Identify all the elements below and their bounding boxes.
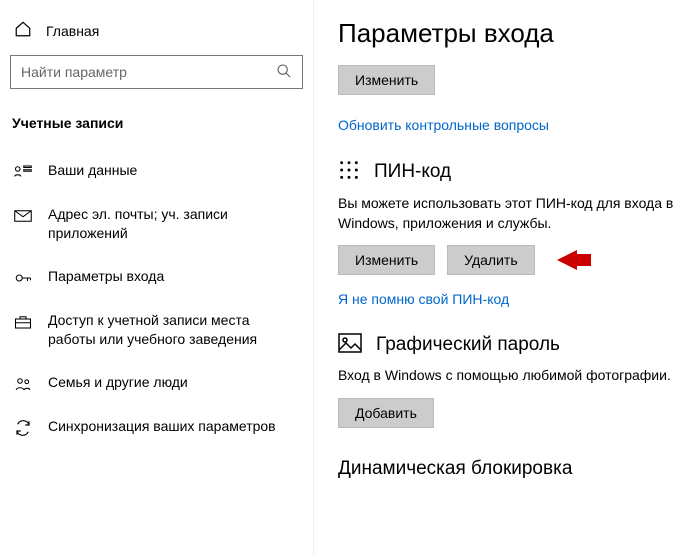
picture-icon — [338, 333, 362, 356]
pin-description: Вы можете использовать этот ПИН-код для … — [338, 194, 690, 233]
sync-icon — [14, 419, 32, 437]
pin-change-button[interactable]: Изменить — [338, 245, 435, 275]
pin-delete-button[interactable]: Удалить — [447, 245, 534, 275]
sidebar-item-label: Ваши данные — [48, 161, 137, 180]
search-box[interactable] — [10, 55, 303, 89]
picture-section-header: Графический пароль — [338, 333, 690, 356]
sidebar-item-work-school[interactable]: Доступ к учетной записи места работы или… — [10, 299, 303, 361]
sidebar-item-sync[interactable]: Синхронизация ваших параметров — [10, 405, 303, 449]
key-icon — [14, 269, 32, 287]
pin-section-header: ПИН-код — [338, 159, 690, 184]
sidebar-item-label: Синхронизация ваших параметров — [48, 417, 276, 436]
home-label: Главная — [46, 23, 99, 39]
dynamic-lock-heading: Динамическая блокировка — [338, 458, 690, 480]
sidebar-item-label: Доступ к учетной записи места работы или… — [48, 311, 299, 349]
sidebar-item-family[interactable]: Семья и другие люди — [10, 361, 303, 405]
forgot-pin-link[interactable]: Я не помню свой ПИН-код — [338, 291, 509, 307]
picture-add-button[interactable]: Добавить — [338, 398, 434, 428]
main-content: Параметры входа Изменить Обновить контро… — [314, 0, 700, 554]
sidebar-section-title: Учетные записи — [10, 111, 303, 149]
pin-keypad-icon — [338, 159, 360, 184]
page-title: Параметры входа — [338, 18, 690, 49]
mail-icon — [14, 207, 32, 225]
briefcase-icon — [14, 313, 32, 331]
home-icon — [14, 20, 32, 41]
sidebar-item-label: Семья и другие люди — [48, 373, 188, 392]
settings-sidebar: Главная Учетные записи Ваши данные Адрес… — [0, 0, 314, 554]
update-questions-link[interactable]: Обновить контрольные вопросы — [338, 117, 549, 133]
people-icon — [14, 375, 32, 393]
search-icon — [276, 63, 292, 82]
home-nav[interactable]: Главная — [10, 16, 303, 55]
change-password-button[interactable]: Изменить — [338, 65, 435, 95]
red-arrow-annotation — [557, 250, 577, 270]
pin-heading: ПИН-код — [374, 161, 451, 183]
sidebar-item-your-info[interactable]: Ваши данные — [10, 149, 303, 193]
sidebar-item-label: Параметры входа — [48, 267, 164, 286]
sidebar-item-signin-options[interactable]: Параметры входа — [10, 255, 303, 299]
search-input[interactable] — [21, 64, 276, 80]
picture-heading: Графический пароль — [376, 334, 560, 356]
person-card-icon — [14, 163, 32, 181]
picture-description: Вход в Windows с помощью любимой фотогра… — [338, 366, 690, 386]
sidebar-item-label: Адрес эл. почты; уч. записи приложений — [48, 205, 299, 243]
sidebar-item-email-accounts[interactable]: Адрес эл. почты; уч. записи приложений — [10, 193, 303, 255]
